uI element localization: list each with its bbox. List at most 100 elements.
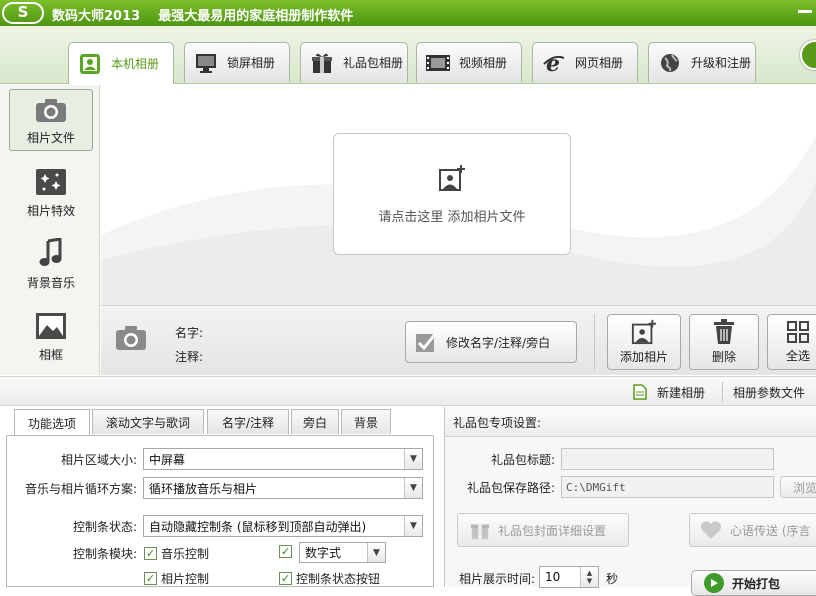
- side-nav: 相片文件 相片特效 背景音乐 相框: [0, 85, 100, 375]
- sidebar-item-frame[interactable]: 相框: [9, 305, 93, 367]
- sparkle-effect-icon: [36, 169, 66, 195]
- settings-panel: 功能选项 滚动文字与歌词 名字/注释 旁白 背景 相片区域大小: 中屏幕 ▼ 音…: [0, 407, 440, 587]
- display-time-spinner[interactable]: 10 ▲ ▼: [539, 566, 599, 588]
- control-bar-state-value: 自动隐藏控制条 (鼠标移到顶部自动弹出): [149, 519, 367, 534]
- photo-album-icon: [77, 52, 103, 76]
- checkmark-icon: ✓: [279, 545, 292, 558]
- loop-scheme-label: 音乐与相片循环方案:: [24, 482, 137, 496]
- add-photo-hint: 请点击这里 添加相片文件: [378, 209, 526, 225]
- music-control-checkbox[interactable]: ✓ 音乐控制: [144, 545, 209, 562]
- svg-text:e: e: [546, 52, 560, 74]
- checkmark-icon: ✓: [144, 547, 157, 560]
- sidebar-item-label: 相框: [38, 348, 63, 362]
- music-note-icon: [39, 238, 62, 266]
- tab-narration[interactable]: 旁白: [291, 409, 339, 434]
- function-options-content: 相片区域大小: 中屏幕 ▼ 音乐与相片循环方案: 循环播放音乐与相片 ▼ 控制条…: [6, 435, 434, 587]
- start-packaging-button[interactable]: 开始打包: [691, 570, 816, 596]
- add-photo-label: 添加相片: [619, 350, 668, 364]
- gift-settings-header: 礼品包专项设置:: [445, 409, 816, 437]
- gift-save-path-input[interactable]: C:\DMGift: [561, 476, 774, 498]
- document-icon: [633, 384, 647, 400]
- tab-label: 旁白: [302, 415, 327, 430]
- ie-icon: e: [541, 51, 567, 75]
- browse-button[interactable]: 浏览: [780, 476, 816, 498]
- sidebar-item-label: 相片文件: [26, 131, 75, 145]
- digital-style-select[interactable]: 数字式 ▼: [299, 542, 386, 563]
- tab-label: 背景: [353, 415, 378, 430]
- tab-lockscreen-album[interactable]: 锁屏相册: [184, 42, 290, 82]
- photo-size-value: 中屏幕: [149, 452, 186, 467]
- title-bar: S 数码大师2013 最强大最易用的家庭相册制作软件: [0, 0, 816, 26]
- album-params-link[interactable]: 相册参数文件: [733, 384, 805, 401]
- globe-icon: [657, 51, 683, 75]
- digital-style-checkbox[interactable]: ✓: [279, 545, 292, 558]
- add-photo-button[interactable]: 添加相片: [607, 314, 681, 370]
- gift-settings-title: 礼品包专项设置:: [453, 416, 542, 430]
- display-time-value: 10: [545, 570, 561, 584]
- display-time-label: 相片展示时间:: [458, 572, 535, 586]
- tab-label: 锁屏相册: [227, 56, 276, 70]
- app-name: 数码大师2013: [52, 9, 141, 24]
- gift-cover-settings-label: 礼品包封面详细设置: [498, 523, 607, 538]
- add-photo-icon: [631, 319, 657, 345]
- divider: [594, 314, 595, 370]
- tab-background[interactable]: 背景: [341, 409, 391, 434]
- control-module-label: 控制条模块:: [72, 547, 137, 561]
- grid-select-icon: [787, 321, 809, 343]
- select-all-button[interactable]: 全选: [767, 314, 816, 370]
- tab-gift-album[interactable]: 礼品包相册: [300, 42, 408, 82]
- tab-web-album[interactable]: e 网页相册: [532, 42, 638, 82]
- chevron-down-icon: ▼: [404, 516, 422, 536]
- control-bar-state-select[interactable]: 自动隐藏控制条 (鼠标移到顶部自动弹出) ▼: [143, 515, 423, 537]
- tab-name-note[interactable]: 名字/注释: [207, 409, 289, 434]
- tab-label: 名字/注释: [221, 415, 275, 430]
- sidebar-item-photo-files[interactable]: 相片文件: [9, 89, 93, 151]
- tab-scroll-text-lyrics[interactable]: 滚动文字与歌词: [92, 409, 204, 434]
- control-bar-state-label: 控制条状态:: [72, 520, 137, 534]
- control-bar-state-button-checkbox[interactable]: ✓ 控制条状态按钮: [279, 570, 380, 587]
- photo-control-checkbox[interactable]: ✓ 相片控制: [144, 570, 209, 587]
- checkbox-edit-icon: [416, 332, 438, 352]
- gift-cover-settings-button[interactable]: 礼品包封面详细设置: [457, 513, 629, 547]
- tab-label: 视频相册: [459, 56, 508, 70]
- album-toolbar: 新建相册 相册参数文件: [0, 376, 816, 406]
- spinner-arrows-icon: ▲ ▼: [580, 567, 598, 587]
- photo-info-bar: 名字: 注释: 修改名字/注释/旁白 添加相片 删除 全选: [101, 305, 816, 375]
- loop-scheme-value: 循环播放音乐与相片: [149, 481, 258, 496]
- photo-size-label: 相片区域大小:: [60, 453, 137, 467]
- app-logo: S: [2, 2, 44, 24]
- chevron-down-icon: ▼: [404, 478, 422, 498]
- heart-message-button[interactable]: 心语传送 (序言: [689, 513, 816, 547]
- tab-function-options[interactable]: 功能选项: [14, 409, 90, 436]
- sidebar-item-photo-effects[interactable]: 相片特效: [9, 161, 93, 223]
- edit-name-note-button[interactable]: 修改名字/注释/旁白: [405, 321, 577, 363]
- delete-button[interactable]: 删除: [689, 314, 759, 370]
- edit-name-note-label: 修改名字/注释/旁白: [446, 335, 551, 350]
- new-album-link[interactable]: 新建相册: [657, 384, 705, 401]
- sidebar-item-bg-music[interactable]: 背景音乐: [9, 233, 93, 295]
- add-photo-dropzone[interactable]: 请点击这里 添加相片文件: [333, 133, 571, 255]
- gift-title-label: 礼品包标题:: [490, 453, 555, 467]
- tab-label: 功能选项: [27, 416, 76, 431]
- sidebar-item-label: 背景音乐: [26, 276, 75, 290]
- tab-video-album[interactable]: 视频相册: [416, 42, 522, 82]
- tab-local-album[interactable]: 本机相册: [68, 42, 174, 84]
- name-label: 名字:: [175, 326, 204, 340]
- camera-icon: [36, 99, 66, 122]
- note-label: 注释:: [175, 350, 204, 364]
- photo-size-select[interactable]: 中屏幕 ▼: [143, 448, 423, 470]
- loop-scheme-select[interactable]: 循环播放音乐与相片 ▼: [143, 477, 423, 499]
- app-title: 数码大师2013 最强大最易用的家庭相册制作软件: [52, 5, 353, 24]
- heart-icon: [700, 521, 722, 539]
- main-tab-bar: 本机相册 锁屏相册 礼品包相册 视频相册 e 网页相册 升级和注册: [0, 26, 816, 84]
- tab-label: 滚动文字与歌词: [105, 415, 190, 430]
- gift-title-input[interactable]: [561, 448, 774, 470]
- gift-icon: [470, 524, 490, 540]
- play-icon: [704, 573, 724, 593]
- tab-label: 网页相册: [575, 56, 624, 70]
- tab-upgrade-register[interactable]: 升级和注册: [648, 42, 756, 82]
- minimize-button[interactable]: [798, 10, 812, 13]
- photo-list-area[interactable]: 请点击这里 添加相片文件: [101, 85, 816, 305]
- checkmark-icon: ✓: [144, 572, 157, 585]
- music-control-label: 音乐控制: [161, 547, 210, 561]
